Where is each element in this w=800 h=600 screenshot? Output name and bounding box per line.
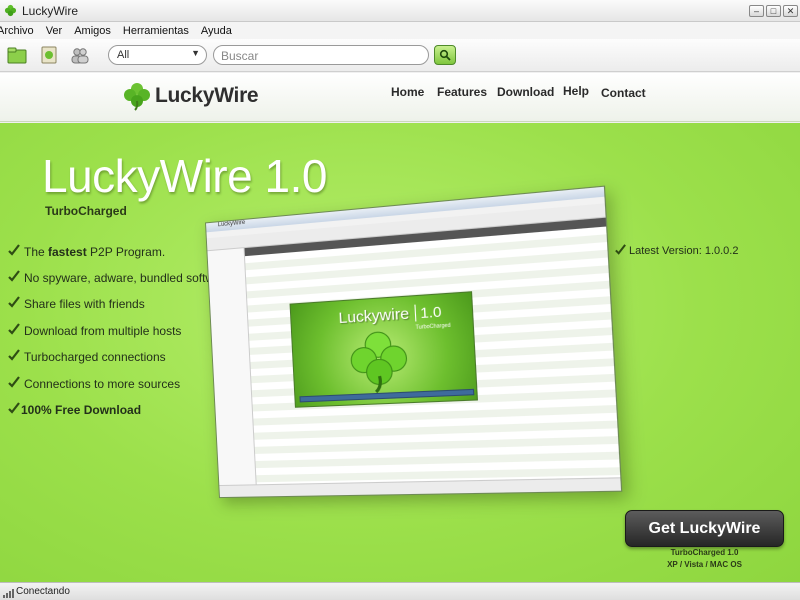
menu-bar: Archivo Ver Amigos Herramientas Ayuda <box>0 22 800 39</box>
menu-ayuda[interactable]: Ayuda <box>201 25 232 37</box>
app-preview-screenshot: LuckyWire Luckywire 1.0 TurboCharged <box>205 185 623 499</box>
feature-bold: 100% Free Download <box>21 403 142 417</box>
logo-text: LuckyWire <box>155 84 259 107</box>
feature-text: P2P Program. <box>86 245 166 259</box>
feature-text: No spyware, adware, bundled software <box>24 271 232 285</box>
check-icon <box>8 402 20 414</box>
hero-title: LuckyWire 1.0 <box>42 150 327 202</box>
preview-banner-title: Luckywire <box>338 305 410 328</box>
window-title: LuckyWire <box>22 4 79 18</box>
cta-platforms: XP / Vista / MAC OS <box>667 560 742 569</box>
check-icon <box>8 244 20 256</box>
check-icon <box>8 323 20 335</box>
menu-herramientas[interactable]: Herramientas <box>123 25 189 37</box>
clover-icon <box>348 328 411 394</box>
window-titlebar: LuckyWire – □ ✕ <box>0 0 800 22</box>
search-button[interactable] <box>434 45 456 65</box>
minimize-button[interactable]: – <box>749 5 764 17</box>
check-icon <box>8 296 20 308</box>
shared-files-icon[interactable] <box>39 45 59 65</box>
nav-home[interactable]: Home <box>391 85 424 99</box>
search-placeholder: Buscar <box>221 49 259 63</box>
check-icon <box>8 376 20 388</box>
search-input[interactable]: Buscar <box>213 45 429 65</box>
site-header: LuckyWire Home Features Download Help Co… <box>0 73 800 122</box>
nav-features[interactable]: Features <box>437 85 487 99</box>
nav-download[interactable]: Download <box>497 85 554 99</box>
close-button[interactable]: ✕ <box>783 5 798 17</box>
preview-banner: Luckywire 1.0 TurboCharged <box>289 291 478 408</box>
clover-logo-icon <box>124 83 150 111</box>
friends-icon[interactable] <box>70 45 90 65</box>
status-text: Conectando <box>16 586 70 597</box>
maximize-button[interactable]: □ <box>766 5 781 17</box>
nav-help[interactable]: Help <box>563 84 589 98</box>
search-icon <box>439 49 451 61</box>
latest-version-text: Latest Version: 1.0.0.2 <box>629 245 739 257</box>
filter-dropdown[interactable]: All ▼ <box>108 45 207 65</box>
clover-icon <box>4 4 17 17</box>
library-icon[interactable] <box>7 45 27 65</box>
preview-banner-version: 1.0 <box>414 302 442 322</box>
menu-archivo[interactable]: Archivo <box>0 25 34 37</box>
feature-bold: fastest <box>48 245 87 259</box>
toolbar: All ▼ Buscar <box>0 39 800 72</box>
menu-amigos[interactable]: Amigos <box>74 25 111 37</box>
status-bar: Conectando <box>0 582 800 600</box>
check-icon <box>615 244 626 255</box>
feature-text: Share files with friends <box>24 297 145 311</box>
feature-item: Connections to more sources <box>7 375 247 391</box>
check-icon <box>8 349 20 361</box>
feature-text: Download from multiple hosts <box>24 324 182 338</box>
hero-section: LuckyWire 1.0 TurboCharged The fastest P… <box>0 123 800 582</box>
menu-ver[interactable]: Ver <box>46 25 63 37</box>
nav-contact[interactable]: Contact <box>601 86 646 100</box>
filter-value: All <box>117 49 130 61</box>
feature-text: The <box>24 245 49 259</box>
chevron-down-icon: ▼ <box>191 48 200 58</box>
feature-item: 100% Free Download <box>7 401 247 417</box>
feature-text: Turbocharged connections <box>24 350 166 364</box>
site-logo[interactable]: LuckyWire <box>122 81 259 111</box>
preview-banner-sub: TurboCharged <box>415 322 451 332</box>
feature-text: Connections to more sources <box>24 377 181 391</box>
check-icon <box>8 270 20 282</box>
get-luckywire-button[interactable]: Get LuckyWire <box>625 510 784 547</box>
hero-subtitle: TurboCharged <box>45 204 127 218</box>
cta-subtitle: TurboCharged 1.0 <box>670 548 739 557</box>
signal-icon <box>3 589 14 598</box>
